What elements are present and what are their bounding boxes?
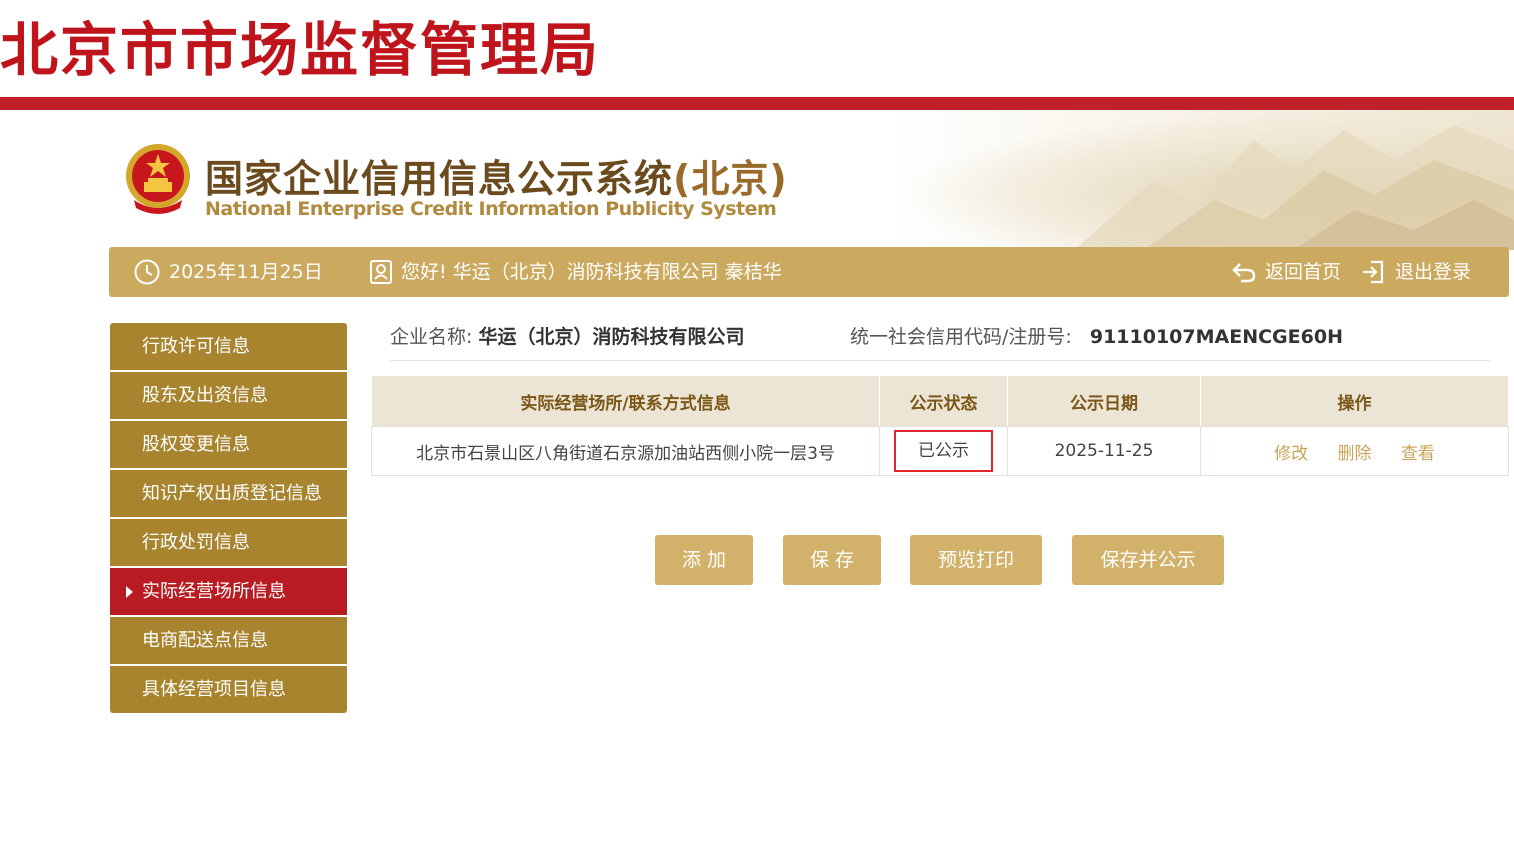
add-button[interactable]: 添 加 [655,535,753,585]
sidebar-item-ip-pledge[interactable]: 知识产权出质登记信息 [110,470,347,519]
mountain-illustration [1074,125,1514,250]
user-card-icon [370,260,392,284]
logout-link[interactable]: 退出登录 [1361,247,1471,297]
actions-cell: 修改 删除 查看 [1200,426,1509,476]
system-header: 国家企业信用信息公示系统(北京) National Enterprise Cre… [0,110,1514,250]
credit-code-block: 统一社会信用代码/注册号: 91110107MAENCGE60H [850,322,1343,349]
sidebar-item-admin-penalty[interactable]: 行政处罚信息 [110,519,347,568]
company-name-block: 企业名称: 华运（北京）消防科技有限公司 [390,322,744,349]
edit-link[interactable]: 修改 [1274,444,1308,464]
preview-print-button[interactable]: 预览打印 [910,535,1042,585]
return-arrow-icon [1232,263,1256,283]
sidebar-item-business-premises[interactable]: 实际经营场所信息 [110,568,347,617]
logout-icon [1362,260,1384,284]
system-title-main: 国家企业信用信息公示系统 [205,157,674,201]
column-header: 公示状态 [879,375,1008,427]
company-name-label: 企业名称: [390,326,473,348]
save-publish-button[interactable]: 保存并公示 [1072,535,1224,585]
sidebar-item-label: 具体经营项目信息 [142,679,286,700]
table-header-row: 实际经营场所/联系方式信息 公示状态 公示日期 操作 [371,375,1509,427]
home-label: 返回首页 [1264,261,1341,283]
premises-table: 实际经营场所/联系方式信息 公示状态 公示日期 操作 北京市石景山区八角街道石京… [371,375,1509,476]
status-badge: 已公示 [894,430,993,472]
sidebar-item-label: 股权变更信息 [142,434,250,455]
info-bar: 2025年11月25日 您好! 华运（北京）消防科技有限公司 秦桔华 返回首页 … [109,247,1509,297]
system-subtitle: National Enterprise Credit Information P… [205,198,777,220]
status-cell: 已公示 [879,426,1008,476]
system-title: 国家企业信用信息公示系统(北京) [205,148,788,203]
company-name: 华运（北京）消防科技有限公司 [478,326,745,348]
column-header: 公示日期 [1007,375,1201,427]
date-text: 2025年11月25日 [169,261,323,283]
company-info: 企业名称: 华运（北京）消防科技有限公司 统一社会信用代码/注册号: 91110… [390,322,1490,361]
view-link[interactable]: 查看 [1401,444,1435,464]
sidebar-item-admin-license[interactable]: 行政许可信息 [110,323,347,372]
sidebar-item-equity-change[interactable]: 股权变更信息 [110,421,347,470]
sidebar-item-business-items[interactable]: 具体经营项目信息 [110,666,347,713]
sidebar-item-label: 实际经营场所信息 [142,581,286,602]
credit-code: 91110107MAENCGE60H [1089,326,1343,348]
date-cell: 2025-11-25 [1007,426,1201,476]
column-header: 操作 [1200,375,1509,427]
date-display: 2025年11月25日 [133,247,323,297]
system-title-region: (北京) [673,157,788,201]
greeting-text: 您好! 华运（北京）消防科技有限公司 秦桔华 [401,261,782,283]
user-greeting: 您好! 华运（北京）消防科技有限公司 秦桔华 [369,247,782,297]
sidebar-item-label: 电商配送点信息 [142,630,268,651]
clock-icon [134,259,160,285]
sidebar-item-label: 行政处罚信息 [142,532,250,553]
active-arrow-icon [126,586,133,598]
header-divider [0,97,1514,110]
sidebar-item-label: 行政许可信息 [142,336,250,357]
sidebar-item-label: 股东及出资信息 [142,385,268,406]
credit-code-label: 统一社会信用代码/注册号: [850,326,1072,348]
sidebar-item-shareholders[interactable]: 股东及出资信息 [110,372,347,421]
agency-title: 北京市市场监督管理局 [0,16,601,84]
national-emblem-icon [126,144,190,214]
home-link[interactable]: 返回首页 [1231,247,1341,297]
mountain-scenery [894,110,1514,250]
delete-link[interactable]: 删除 [1338,444,1372,464]
address-cell: 北京市石景山区八角街道石京源加油站西侧小院一层3号 [371,426,880,476]
table-row: 北京市石景山区八角街道石京源加油站西侧小院一层3号 已公示 2025-11-25… [371,426,1509,476]
sidebar-item-ecommerce-delivery[interactable]: 电商配送点信息 [110,617,347,666]
logout-label: 退出登录 [1394,261,1471,283]
sidebar-nav: 行政许可信息 股东及出资信息 股权变更信息 知识产权出质登记信息 行政处罚信息 … [110,323,347,713]
sidebar-item-label: 知识产权出质登记信息 [142,483,322,504]
save-button[interactable]: 保 存 [783,535,881,585]
column-header: 实际经营场所/联系方式信息 [371,375,880,427]
